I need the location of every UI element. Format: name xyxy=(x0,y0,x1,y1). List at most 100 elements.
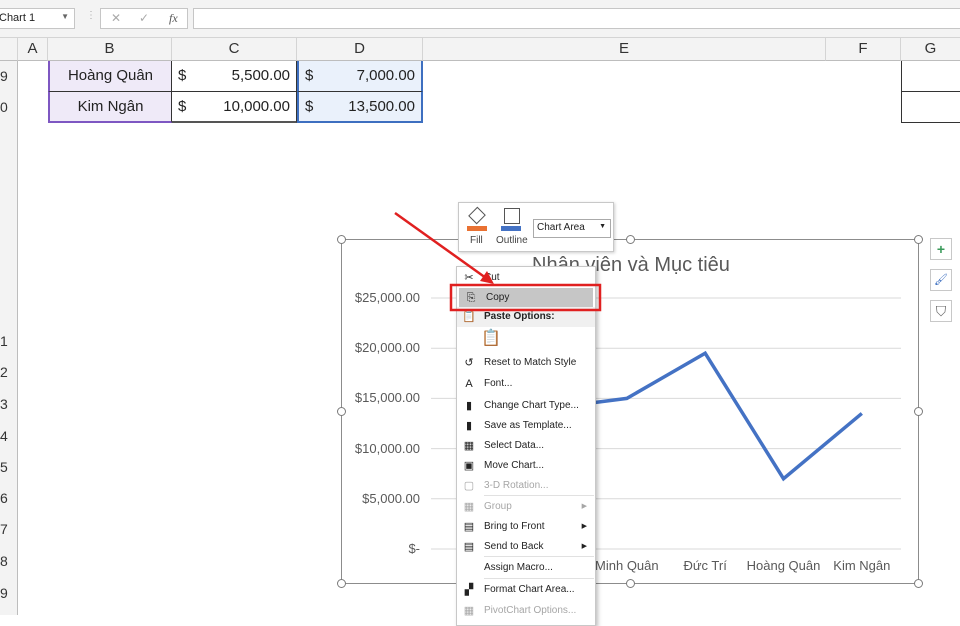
cell-d9[interactable]: $7,000.00 xyxy=(297,61,423,92)
menu-item-label: Reset to Match Style xyxy=(484,357,577,368)
resize-handle[interactable] xyxy=(337,579,346,588)
cell-c9[interactable]: $5,500.00 xyxy=(172,61,297,92)
resize-handle[interactable] xyxy=(914,579,923,588)
menu-separator xyxy=(484,495,594,496)
column-header-d[interactable]: D xyxy=(297,38,423,61)
column-header-b[interactable]: B xyxy=(48,38,172,61)
x-tick-label: Kim Ngân xyxy=(833,558,891,573)
formula-buttons: ✕ ✓ fx xyxy=(100,8,188,29)
insert-function-icon[interactable]: fx xyxy=(169,11,178,26)
menu-item-icon: ▢ xyxy=(463,480,475,492)
menu-separator xyxy=(484,556,594,557)
name-box-value: Chart 1 xyxy=(0,12,36,24)
formula-input[interactable] xyxy=(193,8,960,29)
row-header-10[interactable]: 0 xyxy=(0,99,10,115)
menu-item[interactable]: ▤ Send to Back ▶ xyxy=(457,537,595,557)
chart-element-value: Chart Area xyxy=(537,222,585,233)
menu-item[interactable]: ▦ Select Data... xyxy=(457,436,595,456)
row-header-9[interactable]: 9 xyxy=(0,68,10,84)
menu-item[interactable]: ▤ Bring to Front ▶ xyxy=(457,517,595,537)
chart-styles-button[interactable]: 🖌 xyxy=(930,269,952,291)
chart-elements-button[interactable]: + xyxy=(930,238,952,260)
chart-filter-button[interactable]: ⛉ xyxy=(930,300,952,322)
row-header[interactable]: 5 xyxy=(0,459,10,475)
resize-handle[interactable] xyxy=(626,579,635,588)
resize-handle[interactable] xyxy=(626,235,635,244)
menu-item-label: 3-D Rotation... xyxy=(484,480,549,491)
row-header[interactable]: 3 xyxy=(0,396,10,412)
column-header-a[interactable]: A xyxy=(18,38,48,61)
menu-item[interactable]: 📋 xyxy=(457,329,595,353)
cell-d10[interactable]: $13,500.00 xyxy=(297,92,423,123)
menu-item-icon: 📋 xyxy=(481,330,501,347)
menu-item[interactable]: ▦ PivotChart Options... xyxy=(457,601,595,621)
column-header-f[interactable]: F xyxy=(826,38,901,61)
cell-b9[interactable]: Hoàng Quân xyxy=(48,61,172,92)
menu-item-label: Font... xyxy=(484,378,513,389)
column-header-g[interactable]: G xyxy=(901,38,960,61)
menu-item[interactable]: ▦ Group ▶ xyxy=(457,497,595,517)
fill-button[interactable] xyxy=(467,206,489,232)
menu-item-icon: ↺ xyxy=(464,357,474,369)
chart-element-select[interactable]: Chart Area ▼ xyxy=(533,219,611,238)
menu-item[interactable]: ▢ 3-D Rotation... xyxy=(457,476,595,496)
chevron-down-icon[interactable]: ▼ xyxy=(61,12,69,21)
context-menu: ✂ Cut ⎘ Copy 📋 Paste Options: 📋 ↺ Reset to Match… xyxy=(456,266,596,626)
y-tick-label: $10,000.00 xyxy=(354,440,420,456)
plot-area[interactable] xyxy=(342,240,920,585)
cell-value: 5,500.00 xyxy=(231,67,290,84)
fill-label: Fill xyxy=(470,235,483,246)
column-header-e[interactable]: E xyxy=(423,38,826,61)
row-header[interactable]: 6 xyxy=(0,490,10,506)
menu-item[interactable]: A Font... xyxy=(457,374,595,394)
menu-item[interactable]: ▣ Move Chart... xyxy=(457,456,595,476)
resize-handle[interactable] xyxy=(914,235,923,244)
menu-item[interactable]: ✂ Cut xyxy=(457,268,595,288)
column-header-c[interactable]: C xyxy=(172,38,297,61)
currency-symbol: $ xyxy=(178,67,187,84)
cell-g10[interactable] xyxy=(901,92,960,123)
menu-item-icon: ▞ xyxy=(464,584,474,596)
resize-handle[interactable] xyxy=(337,407,346,416)
chevron-down-icon: ▼ xyxy=(599,223,606,230)
menu-separator xyxy=(484,578,594,579)
menu-item-icon: ▦ xyxy=(463,501,475,513)
menu-item[interactable]: ↺ Reset to Match Style xyxy=(457,353,595,373)
enter-icon[interactable]: ✓ xyxy=(139,11,149,25)
name-box[interactable]: Chart 1 ▼ xyxy=(0,8,75,29)
menu-item-label: Select Data... xyxy=(484,440,545,451)
resize-handle[interactable] xyxy=(914,407,923,416)
cell-c10[interactable]: $10,000.00 xyxy=(172,92,297,123)
submenu-arrow-icon: ▶ xyxy=(581,523,587,530)
pen-icon xyxy=(504,208,520,224)
menu-item[interactable]: ▮ Save as Template... xyxy=(457,416,595,436)
row-header[interactable]: 2 xyxy=(0,364,10,380)
resize-handle[interactable] xyxy=(337,235,346,244)
chart-area[interactable]: Nhân viên và Mục tiêu $- $5,000.00 $10,000… xyxy=(341,239,919,584)
menu-item-icon: ▣ xyxy=(463,460,475,472)
select-all-corner[interactable] xyxy=(0,38,18,61)
menu-item[interactable]: Assign Macro... xyxy=(457,558,595,578)
menu-item-label: Move Chart... xyxy=(484,460,545,471)
menu-item[interactable]: ▮ Change Chart Type... xyxy=(457,396,595,416)
outline-button[interactable] xyxy=(501,208,523,232)
row-header[interactable]: 7 xyxy=(0,521,10,537)
cell-b10[interactable]: Kim Ngân xyxy=(48,92,172,123)
menu-item-icon: 📋 xyxy=(462,311,476,323)
menu-item[interactable]: ⎘ Copy xyxy=(459,288,593,308)
menu-item-icon: A xyxy=(465,378,473,390)
cell-value: 7,000.00 xyxy=(356,67,415,84)
menu-item-label: PivotChart Options... xyxy=(484,605,577,616)
cell-g9[interactable] xyxy=(901,61,960,92)
row-header[interactable]: 9 xyxy=(0,585,10,601)
row-header[interactable]: 1 xyxy=(0,333,10,349)
menu-item-icon: ⎘ xyxy=(466,292,476,304)
menu-item-icon: ▮ xyxy=(465,400,473,412)
menu-item[interactable]: ▞ Format Chart Area... xyxy=(457,580,595,600)
grip-icon: ⋮ xyxy=(86,10,96,21)
row-header[interactable]: 8 xyxy=(0,553,10,569)
row-header[interactable]: 4 xyxy=(0,428,10,444)
cancel-icon[interactable]: ✕ xyxy=(111,11,121,25)
x-tick-label: Đức Trí xyxy=(683,558,727,573)
y-tick-label: $25,000.00 xyxy=(354,290,420,305)
